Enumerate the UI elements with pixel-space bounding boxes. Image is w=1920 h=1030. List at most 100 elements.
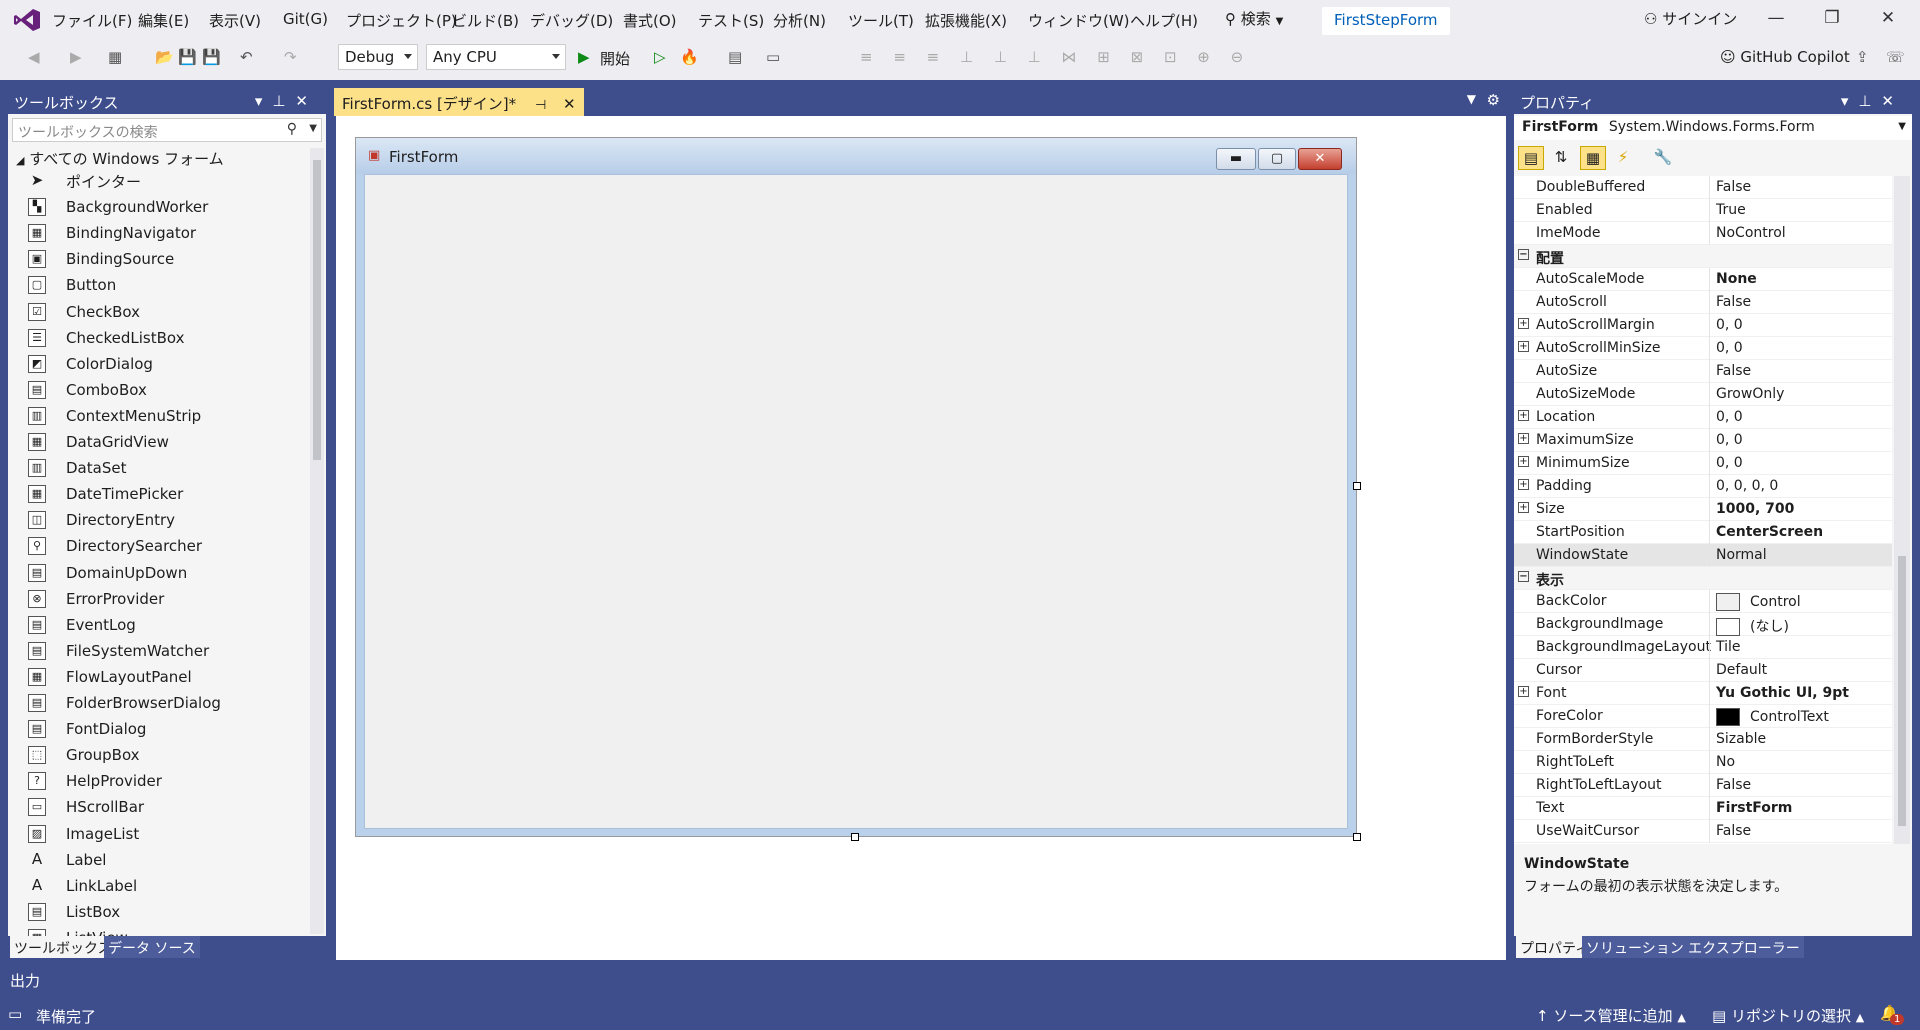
- menu-item[interactable]: デバッグ(D): [530, 10, 613, 31]
- toolbox-item[interactable]: ? HelpProvider: [28, 768, 162, 794]
- toolbox-item[interactable]: ⊗ ErrorProvider: [28, 586, 164, 612]
- property-value[interactable]: FirstForm: [1709, 797, 1792, 820]
- property-row[interactable]: + Font Yu Gothic UI, 9pt: [1514, 682, 1892, 705]
- hot-reload-icon[interactable]: 🔥: [680, 48, 699, 72]
- toolbox-item[interactable]: ▤ ComboBox: [28, 377, 147, 403]
- property-row[interactable]: RightToLeftLayout False: [1514, 774, 1892, 797]
- properties-scrollbar[interactable]: [1894, 176, 1910, 844]
- property-category[interactable]: − 表示: [1514, 567, 1892, 590]
- tab-toolbox[interactable]: ツールボックス: [10, 936, 116, 958]
- property-row[interactable]: ForeColor ControlText: [1514, 705, 1892, 728]
- property-value[interactable]: False: [1709, 360, 1751, 383]
- property-row[interactable]: + Padding 0, 0, 0, 0: [1514, 475, 1892, 498]
- start-label[interactable]: 開始: [600, 48, 630, 72]
- scroll-thumb[interactable]: [313, 160, 321, 460]
- start-without-debug-icon[interactable]: ▷: [654, 48, 666, 72]
- property-row[interactable]: DoubleBuffered False: [1514, 176, 1892, 199]
- property-value[interactable]: 0, 0: [1709, 337, 1743, 360]
- tab-data-sources[interactable]: データ ソース: [104, 936, 200, 958]
- property-value[interactable]: 0, 0: [1709, 406, 1743, 429]
- categorized-icon[interactable]: ▤: [1518, 146, 1544, 170]
- expand-icon[interactable]: +: [1518, 318, 1529, 329]
- toolbox-item[interactable]: ▦ FlowLayoutPanel: [28, 664, 192, 690]
- property-row[interactable]: WindowState Normal: [1514, 544, 1892, 567]
- property-row[interactable]: ImeMode NoControl: [1514, 222, 1892, 245]
- expand-icon[interactable]: +: [1518, 456, 1529, 467]
- gear-icon[interactable]: ⚙: [1487, 91, 1500, 109]
- redo-icon[interactable]: ↷: [284, 48, 297, 72]
- toolbox-item[interactable]: ☰ CheckedListBox: [28, 325, 184, 351]
- menu-item[interactable]: 分析(N): [773, 10, 826, 31]
- property-row[interactable]: + Location 0, 0: [1514, 406, 1892, 429]
- toolbox-item[interactable]: ▤ ListBox: [28, 899, 120, 925]
- toolbox-item[interactable]: ▢ Button: [28, 272, 116, 298]
- source-control-button[interactable]: ↑ ソース管理に追加 ▲: [1536, 1005, 1686, 1026]
- layout-icon[interactable]: ▭: [766, 48, 780, 72]
- toolbox-item[interactable]: ▦ DateTimePicker: [28, 481, 183, 507]
- property-category[interactable]: − 配置: [1514, 245, 1892, 268]
- toolbox-scrollbar[interactable]: [310, 148, 324, 934]
- toolbox-item[interactable]: ⬚ GroupBox: [28, 742, 140, 768]
- property-value[interactable]: False: [1709, 774, 1751, 797]
- menu-item[interactable]: 編集(E): [138, 10, 189, 31]
- undo-icon[interactable]: ↶: [240, 48, 253, 72]
- property-row[interactable]: + Size 1000, 700: [1514, 498, 1892, 521]
- pane-controls[interactable]: ▾⊥✕: [1841, 92, 1904, 110]
- property-row[interactable]: + MaximumSize 0, 0: [1514, 429, 1892, 452]
- resize-handle-bottom[interactable]: [851, 833, 859, 841]
- toolbox-item[interactable]: A LinkLabel: [28, 873, 137, 899]
- close-icon[interactable]: ✕: [563, 95, 576, 113]
- chevron-down-icon[interactable]: ▼: [309, 123, 317, 134]
- property-value[interactable]: Sizable: [1709, 728, 1766, 751]
- property-row[interactable]: + MinimumSize 0, 0: [1514, 452, 1892, 475]
- property-row[interactable]: + AutoScrollMargin 0, 0: [1514, 314, 1892, 337]
- save-icon[interactable]: 💾: [178, 48, 197, 72]
- property-value[interactable]: NoControl: [1709, 222, 1786, 245]
- save-all-icon[interactable]: 💾: [202, 48, 221, 72]
- property-value[interactable]: CenterScreen: [1709, 521, 1823, 544]
- chevron-down-icon[interactable]: ▼: [1467, 92, 1476, 106]
- menu-item[interactable]: Git(G): [283, 10, 328, 28]
- menu-item[interactable]: ヘルプ(H): [1130, 10, 1198, 31]
- toolbox-item[interactable]: ▤ DomainUpDown: [28, 560, 187, 586]
- resize-handle-corner[interactable]: [1353, 833, 1361, 841]
- search-button[interactable]: ⚲ 検索 ▼: [1225, 8, 1283, 29]
- toolbox-item[interactable]: ▤ FolderBrowserDialog: [28, 690, 221, 716]
- solution-explorer-icon[interactable]: ▤: [728, 48, 742, 72]
- minimize-button[interactable]: —: [1762, 8, 1790, 32]
- form-designer-window[interactable]: ▣ FirstForm ▬ ▢ ✕: [355, 137, 1357, 837]
- toolbox-item[interactable]: ☑ CheckBox: [28, 299, 140, 325]
- menu-item[interactable]: ビルド(B): [452, 10, 519, 31]
- toolbox-search-input[interactable]: ツールボックスの検索 ⚲ ▼: [12, 118, 322, 142]
- toolbox-category[interactable]: ◢ すべての Windows フォーム: [16, 148, 224, 169]
- expand-icon[interactable]: +: [1518, 479, 1529, 490]
- toolbox-item[interactable]: ▥ ContextMenuStrip: [28, 403, 201, 429]
- property-row[interactable]: Text FirstForm: [1514, 797, 1892, 820]
- property-row[interactable]: FormBorderStyle Sizable: [1514, 728, 1892, 751]
- toolbox-item[interactable]: ▦ DataGridView: [28, 429, 169, 455]
- property-value[interactable]: None: [1709, 268, 1757, 291]
- expand-icon[interactable]: +: [1518, 686, 1529, 697]
- property-value[interactable]: 0, 0, 0, 0: [1709, 475, 1778, 498]
- property-value[interactable]: 0, 0: [1709, 314, 1743, 337]
- pin-icon[interactable]: ⊣: [535, 98, 546, 113]
- properties-icon[interactable]: ▦: [1580, 146, 1606, 170]
- toolbox-item[interactable]: ➤ ポインター: [28, 168, 141, 194]
- platform-select[interactable]: Any CPU: [426, 44, 566, 70]
- scroll-thumb[interactable]: [1898, 556, 1906, 826]
- toolbox-item[interactable]: ▦ BindingNavigator: [28, 220, 196, 246]
- expand-icon[interactable]: +: [1518, 410, 1529, 421]
- property-row[interactable]: RightToLeft No: [1514, 751, 1892, 774]
- property-row[interactable]: AutoScroll False: [1514, 291, 1892, 314]
- property-row[interactable]: Cursor Default: [1514, 659, 1892, 682]
- collapse-icon[interactable]: −: [1518, 249, 1529, 260]
- alphabetical-icon[interactable]: ⇅: [1548, 146, 1574, 170]
- output-tab[interactable]: 出力: [10, 970, 40, 991]
- menu-item[interactable]: プロジェクト(P): [346, 10, 457, 31]
- config-select[interactable]: Debug: [338, 44, 418, 70]
- toolbox-item[interactable]: ▨ ImageList: [28, 821, 139, 847]
- start-icon[interactable]: ▶: [578, 48, 590, 72]
- property-value[interactable]: False: [1709, 820, 1751, 843]
- property-row[interactable]: AutoScaleMode None: [1514, 268, 1892, 291]
- property-value[interactable]: False: [1709, 291, 1751, 314]
